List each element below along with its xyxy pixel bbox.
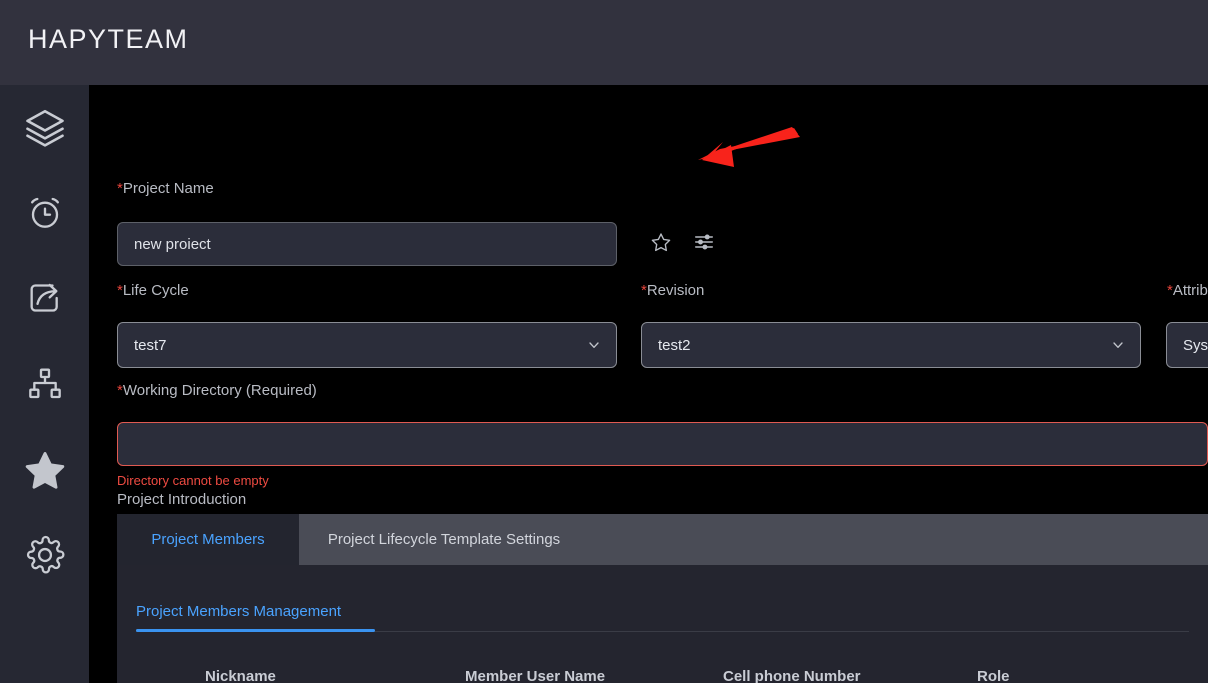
project-introduction-label: Project Introduction [117, 491, 247, 508]
layers-icon [24, 106, 66, 148]
attribute-select[interactable]: System [1166, 322, 1208, 368]
revision-label-text: Revision [646, 282, 705, 299]
working-directory-input[interactable] [117, 422, 1208, 466]
working-directory-label-text: Working Directory (Required) [122, 382, 317, 399]
table-header-nickname: Nickname [205, 668, 276, 683]
life-cycle-label: *Life Cycle [117, 282, 189, 299]
sidebar-item-settings[interactable] [0, 513, 89, 597]
revision-select[interactable]: test2 [641, 322, 1141, 368]
table-header-role: Role [977, 668, 1010, 683]
tab-project-lifecycle-label: Project Lifecycle Template Settings [327, 531, 561, 548]
app-header: HAPYTEAM [0, 0, 1208, 85]
star-outline-icon [650, 231, 672, 258]
project-name-label-text: Project Name [122, 180, 214, 197]
star-filled-icon [23, 448, 67, 492]
tab-bar: Project Members Project Lifecycle Templa… [117, 514, 1208, 565]
life-cycle-label-text: Life Cycle [122, 282, 189, 299]
working-directory-label: *Working Directory (Required) [117, 382, 317, 399]
sidebar-item-sitemap[interactable] [0, 342, 89, 426]
tab-project-members[interactable]: Project Members [117, 514, 299, 565]
chevron-down-icon [1110, 337, 1126, 353]
panel-title: Project Members Management [136, 603, 342, 620]
sidebar-item-favorites[interactable] [0, 428, 89, 512]
app-brand-title: HAPYTEAM [28, 24, 189, 54]
attribute-value: System [1183, 336, 1208, 354]
tab-project-members-label: Project Members [151, 531, 265, 548]
project-name-input[interactable] [117, 222, 617, 266]
field-settings-button[interactable] [683, 223, 725, 265]
panel-active-indicator [136, 629, 375, 632]
favorite-star-button[interactable] [640, 223, 682, 265]
project-name-label: *Project Name [117, 180, 214, 197]
chevron-down-icon [586, 337, 602, 353]
table-header-cell-phone-number: Cell phone Number [723, 668, 861, 683]
revision-value: test2 [658, 336, 691, 354]
attribute-label-text: Attribute [1172, 282, 1208, 299]
app-root: HAPYTEAM *Project Name new proiect *Life… [0, 0, 1208, 683]
tab-project-lifecycle-template-settings[interactable]: Project Lifecycle Template Settings [299, 514, 589, 565]
sidebar-item-share[interactable] [0, 256, 89, 340]
sidebar-item-schedule[interactable] [0, 171, 89, 255]
attribute-label: *Attribute [1167, 282, 1208, 299]
working-directory-error: Directory cannot be empty [117, 473, 269, 488]
table-header-member-user-name: Member User Name [465, 668, 606, 683]
alarm-clock-icon [25, 193, 65, 233]
sliders-icon [693, 231, 715, 258]
sitemap-icon [25, 364, 65, 404]
revision-label: *Revision [641, 282, 704, 299]
share-export-icon [25, 278, 65, 318]
gear-icon [24, 534, 66, 576]
life-cycle-select[interactable]: test7 [117, 322, 617, 368]
project-members-panel: Project Members Management Nickname Memb… [117, 565, 1208, 683]
sidebar-rail [0, 85, 89, 683]
life-cycle-value: test7 [134, 336, 167, 354]
sidebar-item-layers[interactable] [0, 85, 89, 169]
